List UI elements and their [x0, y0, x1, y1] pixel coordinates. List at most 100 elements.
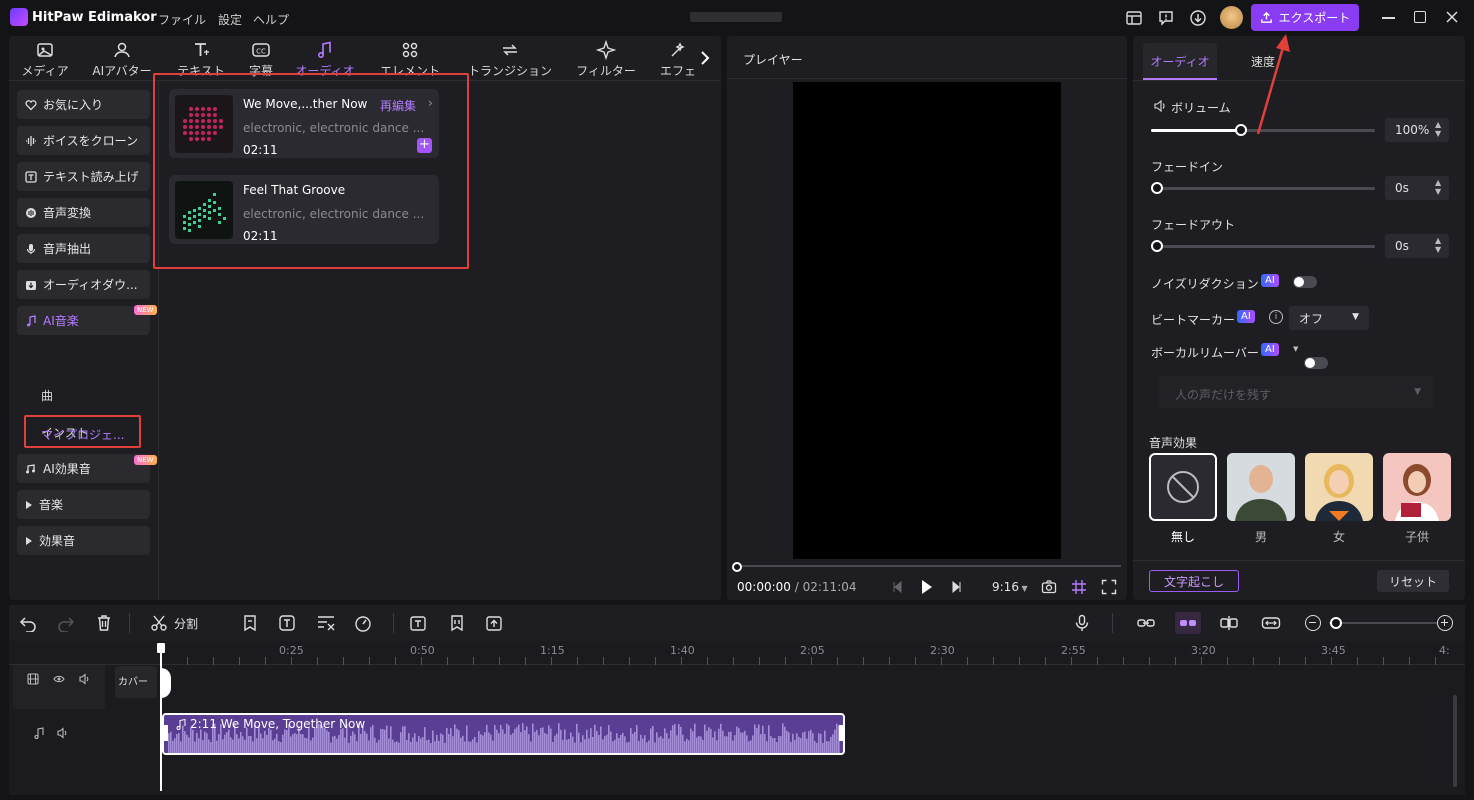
fadeout-stepper-icon[interactable]: ▲ ▼: [1435, 236, 1441, 254]
sidebar-item-ai-sfx[interactable]: AI効果音: [17, 454, 150, 483]
project-name-blurred: [690, 12, 782, 22]
aspect-ratio-select[interactable]: 9:16 ▼: [992, 580, 1028, 594]
media-library-panel: メディア AIアバター テキスト CC 字幕 オーディオ エレメント トランジシ…: [9, 36, 721, 600]
menu-settings[interactable]: 設定: [218, 11, 242, 28]
vocal-mode-select[interactable]: 人の声だけを残す ▼: [1159, 376, 1433, 408]
tab-filter[interactable]: フィルター: [571, 40, 641, 80]
track-thumbnail: [175, 181, 233, 239]
minimize-icon[interactable]: [1382, 17, 1395, 19]
tab-audio-props[interactable]: オーディオ: [1143, 43, 1217, 80]
effect-female[interactable]: [1305, 453, 1373, 521]
progress-track[interactable]: [737, 565, 1121, 567]
audio-clip[interactable]: 2:11 We Move, Together Now: [162, 713, 845, 755]
tab-transition[interactable]: トランジション: [461, 40, 559, 80]
redo-icon[interactable]: [57, 614, 75, 632]
volume-slider-knob[interactable]: [1234, 124, 1247, 136]
video-track-header: [13, 665, 105, 709]
zoom-slider-knob[interactable]: [1330, 617, 1342, 629]
film-icon[interactable]: [27, 673, 39, 685]
sub-item-songs[interactable]: 曲: [41, 387, 53, 404]
time-ruler[interactable]: 0:25 0:50 1:15 1:40 2:05 2:30 2:55 3:20 …: [9, 641, 1465, 665]
volume-stepper-icon[interactable]: ▲ ▼: [1435, 120, 1441, 138]
effect-male[interactable]: [1227, 453, 1295, 521]
track-card[interactable]: Feel That Groove electronic, electronic …: [169, 175, 439, 244]
magnet-snap-button[interactable]: [1175, 612, 1201, 634]
cover-button[interactable]: カバー: [115, 666, 157, 698]
effect-child[interactable]: [1383, 453, 1451, 521]
info-icon[interactable]: i: [1269, 310, 1283, 324]
feedback-icon[interactable]: [1157, 9, 1175, 27]
tab-effects[interactable]: エフェ: [655, 40, 701, 80]
fadeout-slider[interactable]: [1151, 245, 1375, 248]
vocal-remover-toggle[interactable]: [1304, 357, 1328, 369]
maximize-icon[interactable]: [1414, 11, 1426, 23]
zoom-out-icon[interactable]: [1305, 615, 1321, 631]
prev-frame-icon[interactable]: [892, 581, 902, 593]
crop-cut-icon[interactable]: [316, 614, 336, 632]
export-button[interactable]: エクスポート: [1251, 4, 1359, 31]
delete-icon[interactable]: [95, 614, 113, 632]
progress-knob[interactable]: [732, 562, 742, 572]
grid-icon[interactable]: [1071, 579, 1087, 595]
sidebar-item-text-to-speech[interactable]: テキスト読み上げ: [17, 162, 150, 191]
timeline-scrollbar[interactable]: [1453, 695, 1457, 787]
split-track-icon[interactable]: [1219, 614, 1239, 632]
ruler-label: 3:45: [1321, 644, 1346, 657]
zoom-in-icon[interactable]: [1437, 615, 1453, 631]
layout-icon[interactable]: [1125, 9, 1143, 27]
avatar[interactable]: [1220, 6, 1243, 29]
tab-ai-avatar[interactable]: AIアバター: [83, 40, 161, 80]
zoom-slider[interactable]: [1329, 622, 1437, 624]
download-icon[interactable]: [1189, 9, 1207, 27]
clip-trim-right-handle[interactable]: [839, 725, 843, 741]
audio-volume-icon[interactable]: [57, 727, 69, 739]
auto-caption-icon[interactable]: [409, 614, 427, 632]
sidebar-item-sound-effects[interactable]: 効果音: [17, 526, 150, 555]
effect-none[interactable]: [1149, 453, 1217, 521]
noise-reduction-toggle[interactable]: [1293, 276, 1317, 288]
sub-item-my-projects[interactable]: マイプロジェ...: [41, 426, 124, 443]
track-card[interactable]: We Move,...ther Now 再編集 › electronic, el…: [169, 89, 439, 158]
play-icon[interactable]: [921, 579, 933, 595]
transcribe-button[interactable]: 文字起こし: [1149, 570, 1239, 592]
beat-marker-select[interactable]: オフ ▼: [1289, 306, 1369, 330]
undo-icon[interactable]: [19, 614, 37, 632]
close-icon[interactable]: [1445, 10, 1459, 24]
fadein-slider-knob[interactable]: [1151, 182, 1163, 194]
split-button[interactable]: 分割: [150, 614, 198, 632]
upload-box-icon[interactable]: [485, 614, 503, 632]
caret-down-icon[interactable]: ▼: [1293, 345, 1298, 353]
sidebar-item-audio-download[interactable]: オーディオダウ...: [17, 270, 150, 299]
fadein-stepper-icon[interactable]: ▲ ▼: [1435, 178, 1441, 196]
microphone-icon[interactable]: [1073, 614, 1091, 632]
link-icon[interactable]: [1136, 614, 1156, 632]
clip-trim-left-handle[interactable]: [164, 725, 168, 741]
video-preview[interactable]: [793, 82, 1061, 559]
speed-icon[interactable]: [354, 614, 372, 632]
sidebar-item-voice-changer[interactable]: 音声変換: [17, 198, 150, 227]
volume-icon[interactable]: [79, 673, 91, 685]
reset-button[interactable]: リセット: [1377, 570, 1449, 592]
marker-icon[interactable]: [241, 614, 259, 632]
fullscreen-icon[interactable]: [1101, 579, 1117, 595]
next-frame-icon[interactable]: [952, 581, 962, 593]
playhead-handle[interactable]: [157, 643, 165, 653]
snapshot-icon[interactable]: [1041, 579, 1057, 595]
fit-width-icon[interactable]: [1261, 614, 1281, 632]
fadeout-slider-knob[interactable]: [1151, 240, 1163, 252]
menu-help[interactable]: ヘルプ: [253, 11, 289, 28]
sidebar-item-voice-clone[interactable]: ボイスをクローン: [17, 126, 150, 155]
sidebar-item-ai-music[interactable]: AI音楽: [17, 306, 150, 335]
tab-media[interactable]: メディア: [11, 40, 79, 80]
beat-icon[interactable]: [448, 614, 466, 632]
add-track-icon[interactable]: +: [417, 138, 432, 153]
eye-icon[interactable]: [53, 673, 65, 685]
sidebar-item-favorites[interactable]: お気に入り: [17, 90, 150, 119]
chevron-right-icon[interactable]: [699, 50, 711, 66]
sidebar-item-audio-extract[interactable]: 音声抽出: [17, 234, 150, 263]
fadein-slider[interactable]: [1151, 187, 1375, 190]
sidebar-item-music[interactable]: 音楽: [17, 490, 150, 519]
menu-file[interactable]: ファイル: [158, 11, 206, 28]
text-tool-icon[interactable]: [278, 614, 296, 632]
re-edit-link[interactable]: 再編集: [380, 97, 416, 114]
